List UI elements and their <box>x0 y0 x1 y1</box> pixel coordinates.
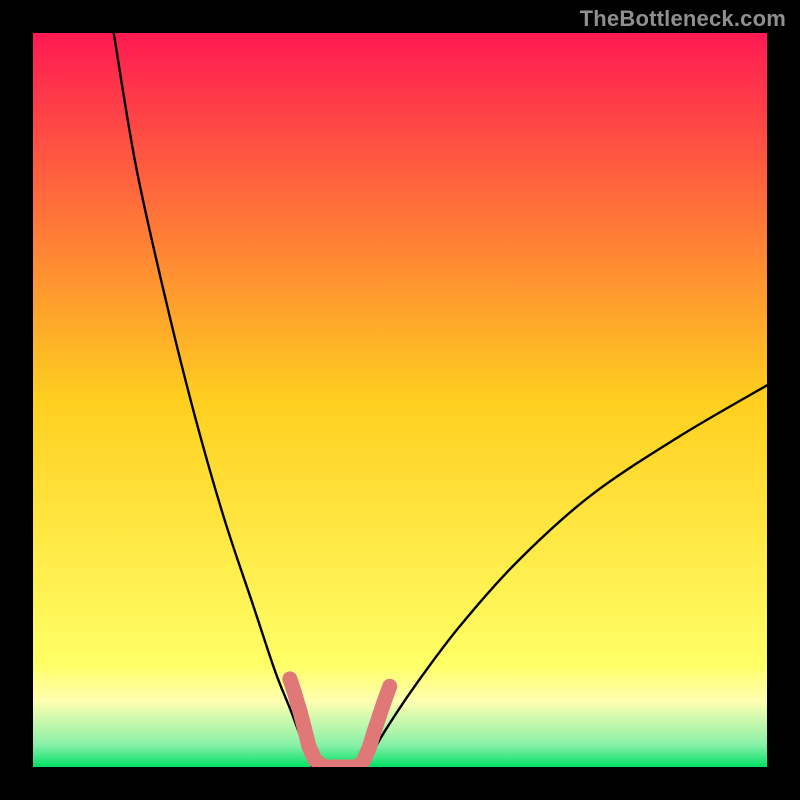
highlight-segment <box>384 686 390 702</box>
bottleneck-chart <box>33 33 767 767</box>
watermark-text: TheBottleneck.com <box>580 6 786 32</box>
chart-frame: TheBottleneck.com <box>0 0 800 800</box>
gradient-background <box>33 33 767 767</box>
